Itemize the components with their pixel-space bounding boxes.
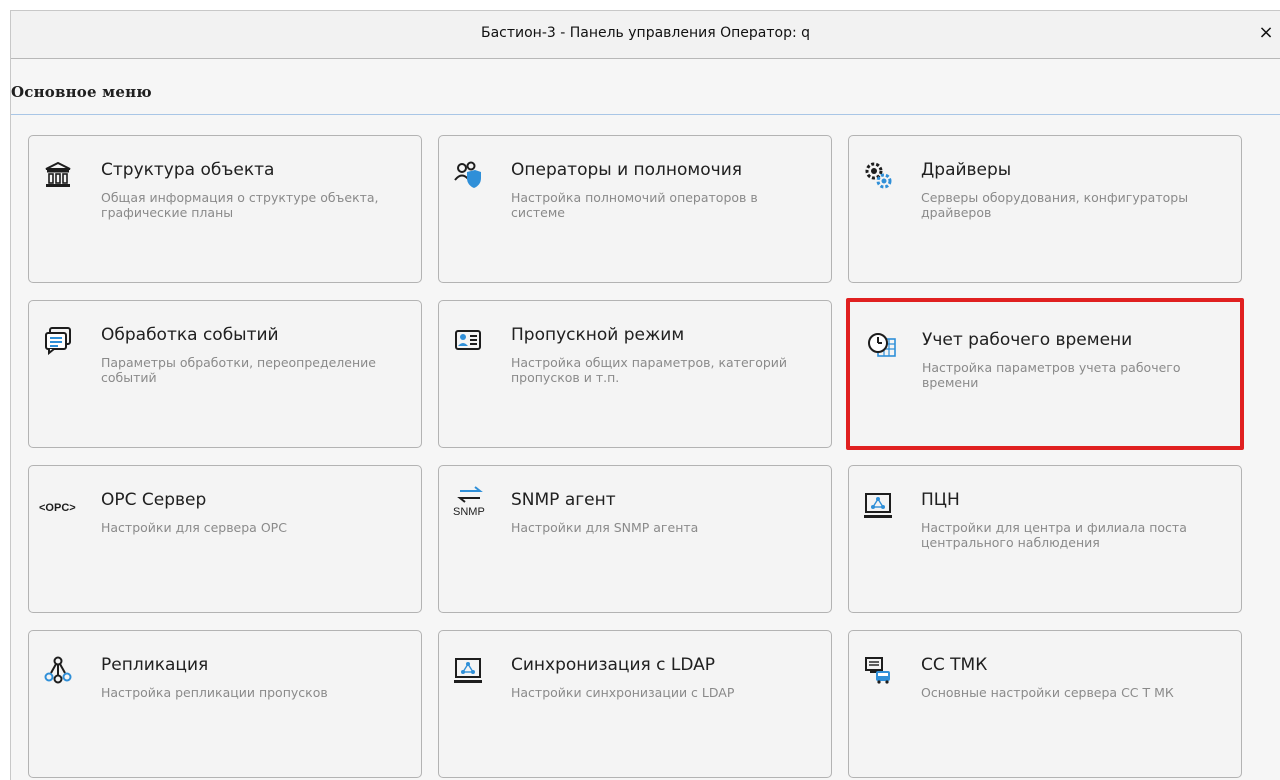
window-title: Бастион-3 - Панель управления Оператор: … — [480, 25, 811, 41]
card-description: Основные настройки сервера СС Т МК — [921, 685, 1174, 700]
card-title: Обработка событий — [101, 325, 279, 345]
card-object-structure[interactable]: Структура объекта Общая информация о стр… — [28, 135, 422, 283]
close-button[interactable]: × — [1256, 21, 1276, 45]
card-event-processing[interactable]: Обработка событий Параметры обработки, п… — [28, 300, 422, 448]
card-title: ПЦН — [921, 490, 960, 510]
card-description: Настройка общих параметров, категорий пр… — [511, 355, 788, 385]
main-menu-label: Основное меню — [11, 83, 152, 101]
card-description: Настройка репликации пропусков — [101, 685, 328, 700]
card-title: Структура объекта — [101, 160, 275, 180]
card-pcn[interactable]: ПЦН Настройки для центра и филиала поста… — [848, 465, 1242, 613]
card-title: OPC Сервер — [101, 490, 207, 510]
card-title: Операторы и полномочия — [511, 160, 742, 180]
card-operators[interactable]: Операторы и полномочия Настройка полномо… — [438, 135, 832, 283]
card-description: Настройки синхронизации с LDAP — [511, 685, 735, 700]
main-menu-header: Основное меню — [11, 59, 1280, 115]
card-snmp-agent[interactable]: SNMP SNMP агент Настройки для SNMP агент… — [438, 465, 832, 613]
card-title: Учет рабочего времени — [922, 330, 1133, 350]
id-card-icon — [453, 325, 483, 355]
building-icon — [43, 160, 73, 190]
card-access-mode[interactable]: Пропускной режим Настройка общих парамет… — [438, 300, 832, 448]
snmp-icon: SNMP — [453, 486, 489, 526]
card-title: Репликация — [101, 655, 209, 675]
title-bar: Бастион-3 - Панель управления Оператор: … — [11, 11, 1280, 59]
clock-calendar-icon — [867, 330, 897, 360]
bus-monitor-icon — [863, 655, 893, 685]
card-description: Настройки для сервера OPC — [101, 520, 287, 535]
card-description: Общая информация о структуре объекта, гр… — [101, 190, 379, 220]
card-title: SNMP агент — [511, 490, 616, 510]
ldap-sync-icon — [453, 655, 483, 685]
card-description: Настройки для SNMP агента — [511, 520, 699, 535]
events-icon — [43, 325, 73, 356]
card-description: Настройка полномочий операторов в систем… — [511, 190, 758, 220]
card-replication[interactable]: Репликация Настройка репликации пропуско… — [28, 630, 422, 778]
card-ldap-sync[interactable]: Синхронизация с LDAP Настройки синхрониз… — [438, 630, 832, 778]
card-description: Настройки для центра и филиала поста цен… — [921, 520, 1187, 550]
card-title: Драйверы — [921, 160, 1012, 180]
card-title: Пропускной режим — [511, 325, 685, 345]
card-cc-tmk[interactable]: СС ТМК Основные настройки сервера СС Т М… — [848, 630, 1242, 778]
card-description: Параметры обработки, переопределение соб… — [101, 355, 376, 385]
control-panel-window: Бастион-3 - Панель управления Оператор: … — [10, 10, 1280, 780]
gears-icon — [863, 160, 893, 190]
card-drivers[interactable]: Драйверы Серверы оборудования, конфигура… — [848, 135, 1242, 283]
snmp-icon-text: SNMP — [453, 506, 485, 518]
opc-icon: <OPC> — [39, 496, 83, 516]
card-title: СС ТМК — [921, 655, 988, 675]
card-description: Настройка параметров учета рабочего врем… — [922, 360, 1181, 390]
card-description: Серверы оборудования, конфигураторы драй… — [921, 190, 1189, 220]
card-title: Синхронизация с LDAP — [511, 655, 716, 675]
card-time-tracking[interactable]: Учет рабочего времени Настройка параметр… — [846, 298, 1244, 450]
replication-icon — [43, 655, 73, 685]
opc-icon-text: <OPC> — [39, 502, 76, 514]
monitor-network-icon — [863, 490, 893, 520]
users-shield-icon — [453, 160, 483, 190]
card-opc-server[interactable]: <OPC> OPC Сервер Настройки для сервера O… — [28, 465, 422, 613]
